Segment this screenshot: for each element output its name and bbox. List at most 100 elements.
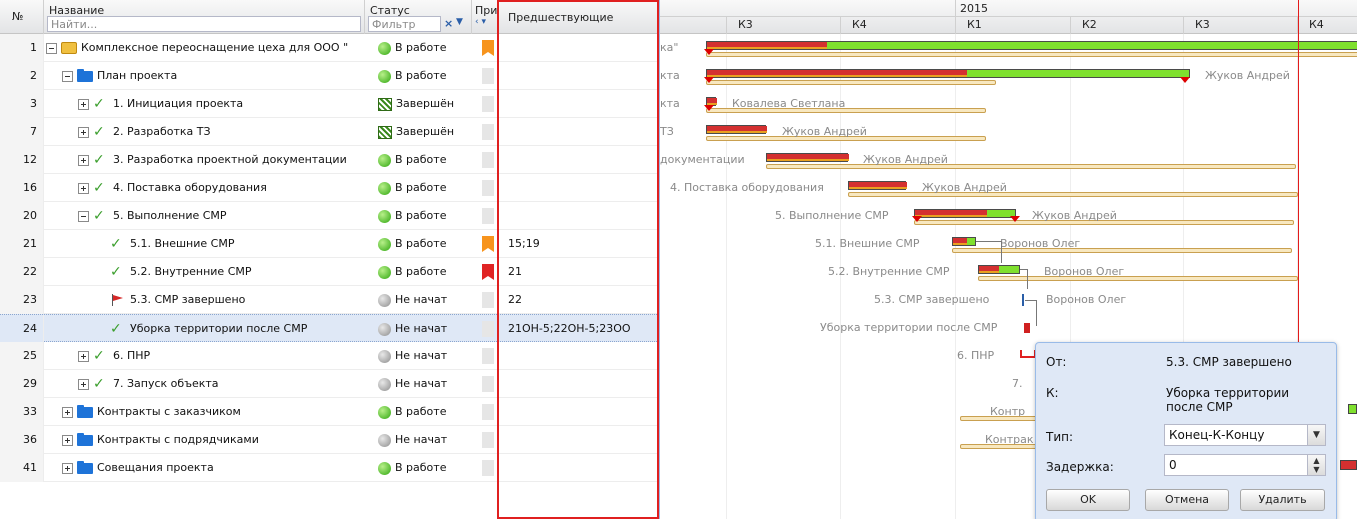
task-row[interactable]: 33 Контракты с заказчиком В работе xyxy=(0,398,659,426)
status-cell[interactable]: Не начат xyxy=(365,342,471,370)
priority-cell[interactable] xyxy=(472,62,498,90)
type-combobox[interactable]: Конец-К-Концу ▼ xyxy=(1164,424,1326,446)
expand-toggle-icon[interactable] xyxy=(78,378,89,390)
priority-cell[interactable] xyxy=(472,258,498,286)
task-bar[interactable] xyxy=(766,153,849,162)
name-filter-input[interactable]: Найти... xyxy=(47,16,361,32)
status-cell[interactable]: Не начат xyxy=(365,370,471,398)
predecessors-cell[interactable] xyxy=(498,90,658,118)
task-name-cell[interactable]: Совещания проекта xyxy=(44,454,364,482)
task-bar[interactable] xyxy=(1340,460,1357,470)
summary-bar-outline[interactable] xyxy=(1020,350,1036,358)
priority-cell[interactable] xyxy=(472,315,498,343)
predecessors-cell[interactable] xyxy=(498,426,658,454)
expand-toggle-icon[interactable] xyxy=(78,126,89,138)
dependency-line[interactable] xyxy=(1001,241,1002,263)
delay-spinner[interactable]: 0 ▲ ▼ xyxy=(1164,454,1326,476)
task-row[interactable]: 41 Совещания проекта В работе xyxy=(0,454,659,482)
clear-filter-icon[interactable]: × xyxy=(444,17,453,30)
status-cell[interactable]: В работе xyxy=(365,230,471,258)
predecessors-cell[interactable] xyxy=(498,342,658,370)
task-name-cell[interactable]: ✓ 2. Разработка ТЗ xyxy=(44,118,364,146)
status-cell[interactable]: В работе xyxy=(365,174,471,202)
expand-toggle-icon[interactable] xyxy=(78,154,89,166)
task-name-cell[interactable]: 5.3. СМР завершено xyxy=(44,286,364,314)
task-row[interactable]: 20 ✓ 5. Выполнение СМР В работе xyxy=(0,202,659,230)
priority-cell[interactable] xyxy=(472,230,498,258)
predecessors-cell[interactable]: 21ОН-5;22ОН-5;23ОО xyxy=(498,315,658,343)
task-row[interactable]: 24 ✓ Уборка территории после СМР Не начат… xyxy=(0,314,659,343)
task-row[interactable]: 12 ✓ 3. Разработка проектной документации… xyxy=(0,146,659,174)
task-name-cell[interactable]: План проекта xyxy=(44,62,364,90)
dependency-line[interactable] xyxy=(976,241,1002,242)
task-name-cell[interactable]: ✓ 3. Разработка проектной документации xyxy=(44,146,364,174)
task-name-cell[interactable]: ✓ 1. Инициация проекта xyxy=(44,90,364,118)
task-bar[interactable] xyxy=(978,265,1020,274)
status-cell[interactable]: Не начат xyxy=(365,426,471,454)
priority-cell[interactable] xyxy=(472,90,498,118)
status-cell[interactable]: Завершён xyxy=(365,118,471,146)
task-row[interactable]: 25 ✓ 6. ПНР Не начат xyxy=(0,342,659,370)
priority-cell[interactable] xyxy=(472,370,498,398)
dependency-line[interactable] xyxy=(1036,300,1037,326)
priority-cell[interactable] xyxy=(472,34,498,62)
milestone-marker[interactable] xyxy=(1022,294,1024,306)
task-row[interactable]: 21 ✓ 5.1. Внешние СМР В работе 15;19 xyxy=(0,230,659,258)
status-cell[interactable]: В работе xyxy=(365,62,471,90)
status-cell[interactable]: Не начат xyxy=(365,286,471,314)
priority-cell[interactable] xyxy=(472,118,498,146)
predecessors-cell[interactable] xyxy=(498,370,658,398)
predecessors-cell[interactable]: 21 xyxy=(498,258,658,286)
task-name-cell[interactable]: ✓ 6. ПНР xyxy=(44,342,364,370)
task-bar[interactable] xyxy=(1348,404,1357,414)
name-column-header[interactable]: Название Найти... xyxy=(44,0,365,34)
status-filter-input[interactable]: Фильтр xyxy=(368,16,441,32)
status-cell[interactable]: В работе xyxy=(365,454,471,482)
priority-cell[interactable] xyxy=(472,426,498,454)
predecessors-cell[interactable]: 15;19 xyxy=(498,230,658,258)
predecessors-cell[interactable] xyxy=(498,146,658,174)
status-cell[interactable]: Не начат xyxy=(365,315,471,343)
task-name-cell[interactable]: Контракты с заказчиком xyxy=(44,398,364,426)
collapse-toggle-icon[interactable] xyxy=(62,70,73,82)
status-cell[interactable]: В работе xyxy=(365,202,471,230)
priority-column-header[interactable]: При ‹ ▾ xyxy=(472,0,498,34)
expand-toggle-icon[interactable] xyxy=(62,462,73,474)
priority-cell[interactable] xyxy=(472,202,498,230)
delete-button[interactable]: Удалить xyxy=(1240,489,1325,511)
collapse-toggle-icon[interactable] xyxy=(78,210,89,222)
task-bar[interactable] xyxy=(706,69,1190,78)
task-bar[interactable] xyxy=(706,41,1357,50)
priority-cell[interactable] xyxy=(472,342,498,370)
task-bar[interactable] xyxy=(914,209,1016,218)
ok-button[interactable]: OK xyxy=(1046,489,1130,511)
task-row[interactable]: 22 ✓ 5.2. Внутренние СМР В работе 21 xyxy=(0,258,659,286)
cancel-button[interactable]: Отмена xyxy=(1145,489,1229,511)
priority-cell[interactable] xyxy=(472,174,498,202)
task-name-cell[interactable]: ✓ 5.2. Внутренние СМР xyxy=(44,258,364,286)
task-row[interactable]: 36 Контракты с подрядчиками Не начат xyxy=(0,426,659,454)
expand-toggle-icon[interactable] xyxy=(62,434,73,446)
num-column-header[interactable]: № xyxy=(0,0,44,34)
status-cell[interactable]: В работе xyxy=(365,146,471,174)
predecessors-cell[interactable] xyxy=(498,202,658,230)
predecessors-cell[interactable] xyxy=(498,34,658,62)
status-column-header[interactable]: Статус Фильтр × ▼ xyxy=(365,0,472,34)
task-row[interactable]: 29 ✓ 7. Запуск объекта Не начат xyxy=(0,370,659,398)
spinner-arrows-icon[interactable]: ▲ ▼ xyxy=(1307,455,1325,475)
task-row[interactable]: 2 План проекта В работе xyxy=(0,62,659,90)
task-name-cell[interactable]: ✓ 5. Выполнение СМР xyxy=(44,202,364,230)
task-row[interactable]: 1 Комплексное переоснащение цеха для ООО… xyxy=(0,34,659,62)
filter-dropdown-icon[interactable]: ▼ xyxy=(456,17,463,27)
task-bar[interactable] xyxy=(706,125,767,134)
task-row[interactable]: 7 ✓ 2. Разработка ТЗ Завершён xyxy=(0,118,659,146)
priority-cell[interactable] xyxy=(472,454,498,482)
task-row[interactable]: 16 ✓ 4. Поставка оборудования В работе xyxy=(0,174,659,202)
priority-cell[interactable] xyxy=(472,286,498,314)
task-name-cell[interactable]: ✓ 4. Поставка оборудования xyxy=(44,174,364,202)
task-name-cell[interactable]: ✓ Уборка территории после СМР xyxy=(44,315,364,343)
task-row[interactable]: 23 5.3. СМР завершено Не начат 22 xyxy=(0,286,659,314)
task-name-cell[interactable]: ✓ 7. Запуск объекта xyxy=(44,370,364,398)
predecessors-cell[interactable] xyxy=(498,118,658,146)
status-cell[interactable]: В работе xyxy=(365,258,471,286)
